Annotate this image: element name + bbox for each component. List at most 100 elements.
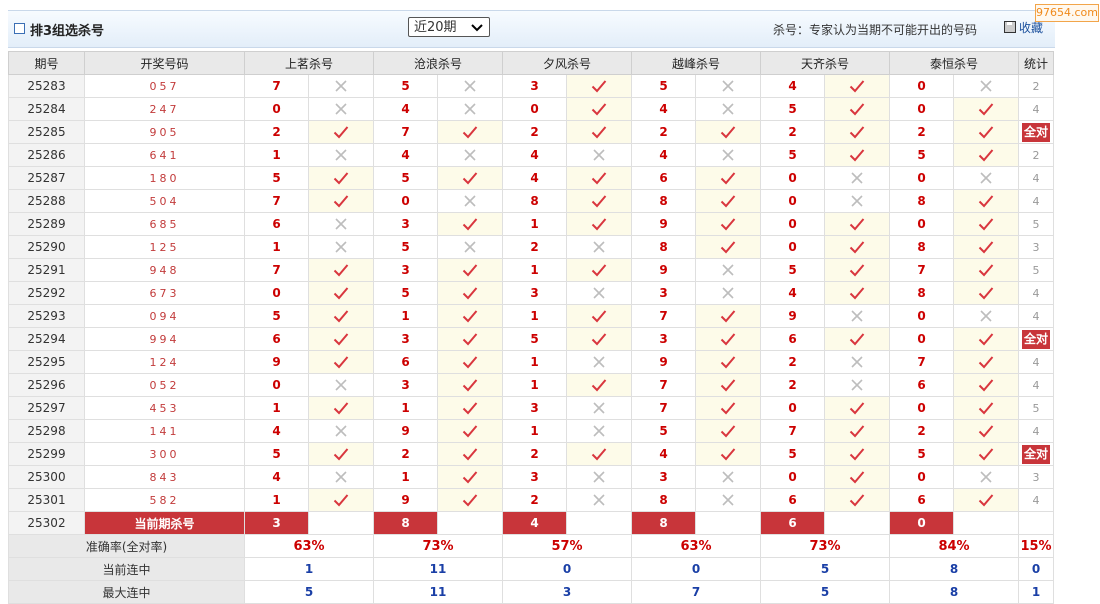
current-empty-cell [695, 511, 761, 535]
kill-number-cell: 0 [244, 373, 309, 397]
check-icon [824, 212, 890, 236]
stat-value: 2 [1032, 79, 1040, 93]
cross-icon [695, 74, 761, 98]
kill-number-cell: 7 [244, 258, 309, 282]
current-streak-row-total: 0 [1018, 557, 1054, 581]
kill-number-cell: 5 [889, 143, 954, 167]
check-icon [437, 373, 503, 397]
current-streak-row-value: 8 [889, 557, 1019, 581]
cross-icon [695, 281, 761, 305]
current-period-row: 25302 当前期杀号 3 8 4 8 6 0 [8, 511, 1054, 535]
cross-icon [566, 143, 632, 167]
kill-number-cell: 5 [760, 442, 825, 466]
check-icon [437, 327, 503, 351]
period-cell: 25296 [8, 373, 85, 397]
table-row: 25296 052 0 3 1 7 2 6 4 [8, 373, 1054, 397]
accuracy-row-value: 63% [631, 534, 761, 558]
draw-number-cell: 673 [84, 281, 245, 305]
kill-number-cell: 1 [244, 396, 309, 420]
current-empty-cell [308, 511, 374, 535]
kill-number-cell: 6 [631, 166, 696, 190]
accuracy-row-value: 73% [760, 534, 890, 558]
draw-number-cell: 948 [84, 258, 245, 282]
draw-number-cell: 052 [84, 373, 245, 397]
period-cell: 25294 [8, 327, 85, 351]
cross-icon [308, 419, 374, 443]
stat-value: 4 [1032, 493, 1040, 507]
stat-cell: 4 [1018, 281, 1054, 305]
kill-number-cell: 3 [373, 212, 438, 236]
check-icon [695, 396, 761, 420]
kill-number-cell: 1 [244, 143, 309, 167]
cross-icon [695, 488, 761, 512]
stat-value: 4 [1032, 194, 1040, 208]
kill-number-cell: 1 [502, 258, 567, 282]
period-cell: 25290 [8, 235, 85, 259]
favorite-label: 收藏 [1019, 21, 1044, 35]
check-icon [695, 235, 761, 259]
stat-value: 2 [1032, 148, 1040, 162]
check-icon [824, 258, 890, 282]
kill-number-cell: 0 [760, 465, 825, 489]
check-icon [695, 419, 761, 443]
check-icon [437, 258, 503, 282]
kill-number-cell: 9 [631, 212, 696, 236]
watermark-logo: 97654.com [1035, 4, 1099, 22]
checkbox-icon[interactable] [14, 23, 25, 34]
check-icon [953, 488, 1019, 512]
kill-number-cell: 1 [244, 488, 309, 512]
stat-cell: 4 [1018, 373, 1054, 397]
kill-number-cell: 2 [760, 373, 825, 397]
cross-icon [437, 74, 503, 98]
table-row: 25291 948 7 3 1 9 5 7 5 [8, 258, 1054, 282]
draw-number-cell: 141 [84, 419, 245, 443]
max-streak-row: 最大连中 5 11 3 7 5 8 1 [8, 580, 1054, 604]
table-row: 25292 673 0 5 3 3 4 8 4 [8, 281, 1054, 305]
table-row: 25301 582 1 9 2 8 6 6 4 [8, 488, 1054, 512]
check-icon [695, 120, 761, 144]
kill-number-cell: 5 [244, 442, 309, 466]
table-row: 25287 180 5 5 4 6 0 0 4 [8, 166, 1054, 190]
kill-number-cell: 8 [889, 235, 954, 259]
current-streak-row-value: 0 [631, 557, 761, 581]
check-icon [308, 304, 374, 328]
check-icon [566, 304, 632, 328]
check-icon [953, 258, 1019, 282]
kill-number-cell: 3 [373, 327, 438, 351]
period-cell: 25293 [8, 304, 85, 328]
cross-icon [308, 212, 374, 236]
kill-number-cell: 0 [889, 396, 954, 420]
kill-number-cell: 5 [760, 143, 825, 167]
stat-value: 4 [1032, 286, 1040, 300]
title-bar: 排3组选杀号 近20期 杀号：专家认为当期不可能开出的号码 收藏 [8, 10, 1055, 48]
period-range-select[interactable]: 近20期 [408, 17, 490, 37]
table-row: 25293 094 5 1 1 7 9 0 4 [8, 304, 1054, 328]
draw-number-cell: 180 [84, 166, 245, 190]
page-title: 排3组选杀号 [30, 24, 105, 39]
check-icon [437, 442, 503, 466]
kill-number-cell: 5 [631, 74, 696, 98]
kill-number-cell: 9 [373, 419, 438, 443]
check-icon [308, 258, 374, 282]
kill-number-cell: 2 [502, 442, 567, 466]
kill-number-cell: 9 [631, 350, 696, 374]
check-icon [308, 166, 374, 190]
check-icon [824, 235, 890, 259]
check-icon [566, 74, 632, 98]
current-empty-cell [437, 511, 503, 535]
table-row: 25290 125 1 5 2 8 0 8 3 [8, 235, 1054, 259]
kill-number-cell: 1 [502, 350, 567, 374]
check-icon [695, 442, 761, 466]
period-cell: 25291 [8, 258, 85, 282]
cross-icon [566, 419, 632, 443]
kill-number-cell: 8 [889, 189, 954, 213]
stat-cell: 2 [1018, 143, 1054, 167]
stat-value: 4 [1032, 424, 1040, 438]
kill-number-cell: 5 [502, 327, 567, 351]
kill-number-cell: 3 [373, 258, 438, 282]
draw-number-cell: 057 [84, 74, 245, 98]
kill-number-cell: 7 [889, 350, 954, 374]
check-icon [695, 350, 761, 374]
current-streak-row-value: 0 [502, 557, 632, 581]
check-icon [824, 143, 890, 167]
